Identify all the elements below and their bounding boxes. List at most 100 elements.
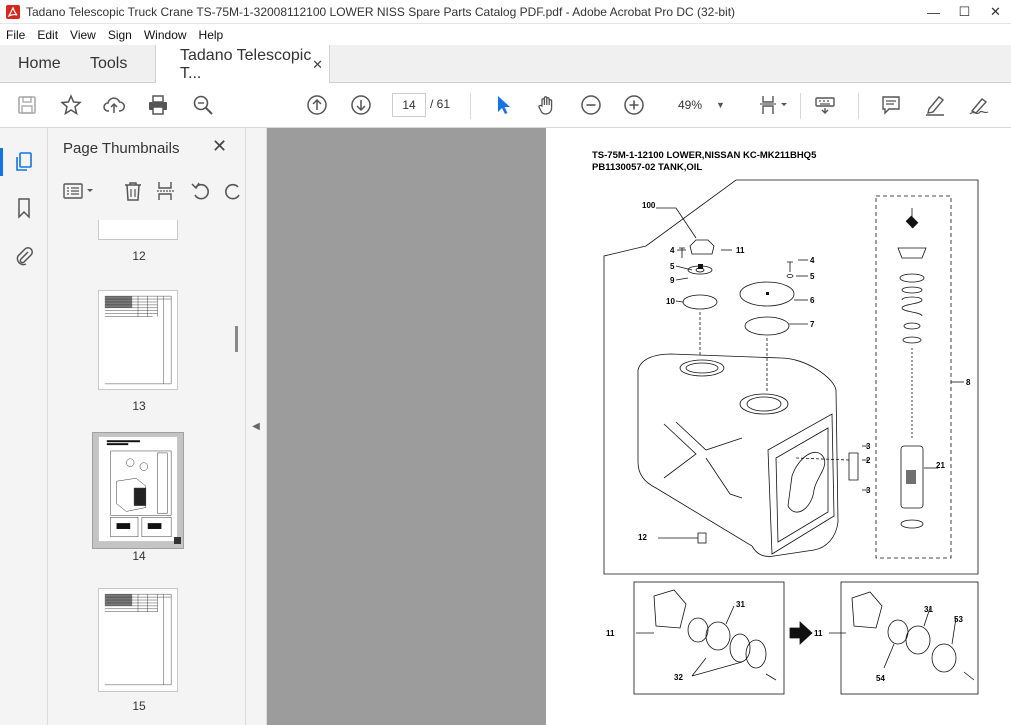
callout-54: 54 [876,674,885,683]
thumbnail-toolbar [48,174,246,208]
maximize-button[interactable]: ☐ [949,0,980,24]
highlight-pen-icon[interactable] [923,93,947,117]
page-thumbnail-14[interactable] [98,436,178,542]
drain-plug-12 [697,532,707,544]
tab-document-label: Tadano Telescopic T... [180,46,312,82]
zoom-level-select[interactable]: 49% ▼ [672,93,740,117]
bolt-4b [787,261,793,272]
rail-active-indicator [0,148,3,176]
menu-file[interactable]: File [0,28,31,42]
tab-home[interactable]: Home [18,45,61,83]
zoom-out-icon[interactable] [579,93,603,117]
bookmark-icon[interactable] [12,196,36,220]
o-ring-10 [682,294,718,310]
collapse-panel-handle[interactable]: ◀ [246,128,267,725]
extract-page-icon[interactable] [155,180,177,202]
ring-54 [887,619,909,645]
toolbar-divider [858,93,859,119]
bookmark-star-icon[interactable] [59,93,83,117]
thumbnail-scrollbar[interactable] [231,220,243,720]
acrobat-logo-icon [6,4,20,19]
bolt-4a [679,247,685,258]
callout-100: 100 [642,201,656,210]
callout-7: 7 [810,320,815,329]
delete-page-icon[interactable] [122,180,144,202]
menu-view[interactable]: View [64,28,102,42]
page-thumbnails-icon[interactable] [12,150,36,174]
page-fit-icon[interactable] [757,93,791,117]
menu-help[interactable]: Help [193,28,230,42]
menu-edit[interactable]: Edit [31,28,64,42]
callout-4a: 4 [670,246,675,255]
main-diagram-border [603,179,979,575]
minimize-button[interactable]: — [918,0,949,24]
select-cursor-icon[interactable] [491,93,515,117]
zoom-level-value: 49% [678,98,703,112]
callout-11c: 11 [814,629,823,638]
attachment-paperclip-icon[interactable] [12,244,36,268]
thumbnail-options-icon[interactable] [62,180,98,202]
document-viewer[interactable]: TS-75M-1-12100 LOWER,NISSAN KC-MK211BHQ5… [267,128,1011,725]
page-thumbnail-13[interactable] [98,290,178,390]
tank-reinforcement-x [663,421,743,499]
thumbnail-label: 13 [132,399,146,413]
print-icon[interactable] [146,93,170,117]
upload-cloud-icon[interactable] [102,93,126,117]
thumbnail-resize-handle[interactable] [174,537,181,544]
page-thumbnail-12[interactable] [98,220,178,240]
toolbar-divider [470,93,471,119]
page-thumbnails-panel: Page Thumbnails ✕ 12 13 14 15 [48,128,246,725]
coupling-housing-left [653,589,687,629]
save-icon[interactable] [15,93,39,117]
callout-4b: 4 [810,256,815,265]
bearing-53 [931,643,957,673]
filter-cap [897,247,927,259]
thumbnail-label: 12 [132,249,146,263]
next-page-icon[interactable] [349,93,373,117]
keyboard-icon[interactable] [813,93,837,117]
tank-body [637,353,839,557]
callout-5a: 5 [670,262,675,271]
bearing-31-left [705,621,731,651]
menu-bar: File Edit View Sign Window Help [0,24,1011,45]
callout-9: 9 [670,276,675,285]
chevron-left-icon: ◀ [252,421,260,432]
zoom-in-icon[interactable] [622,93,646,117]
thumbnail-list: 12 13 14 15 [48,220,230,725]
hand-tool-icon[interactable] [535,93,559,117]
side-bracket-2 [848,452,859,481]
menu-window[interactable]: Window [138,28,193,42]
tab-document[interactable]: Tadano Telescopic T... ✕ [155,45,330,84]
sign-pen-icon[interactable] [967,93,991,117]
rotate-right-icon[interactable] [222,180,244,202]
zoom-search-icon[interactable] [191,93,215,117]
callout-32: 32 [674,673,683,682]
previous-page-icon[interactable] [305,93,329,117]
menu-sign[interactable]: Sign [102,28,138,42]
callout-2: 2 [866,456,871,465]
page-number-input[interactable]: 14 [392,93,426,117]
detail-box-right [840,581,979,695]
thumbnail-label: 15 [132,699,146,713]
page-count: / 61 [430,97,451,111]
panel-title: Page Thumbnails [63,140,180,157]
window-title: Tadano Telescopic Truck Crane TS-75M-1-3… [26,4,736,19]
thumbnail-label: 14 [132,549,146,563]
oil-tank-parts-diagram: 100 4 11 5 9 10 4 5 6 7 8 3 2 3 21 12 11… [603,179,979,695]
page-thumbnail-15[interactable] [98,588,178,692]
main-toolbar: 14 / 61 49% ▼ [0,83,1011,128]
comment-icon[interactable] [879,93,903,117]
callout-10: 10 [666,297,675,306]
rotate-left-icon[interactable] [190,180,212,202]
close-panel-icon[interactable]: ✕ [212,136,227,157]
close-window-button[interactable]: ✕ [980,0,1011,24]
title-bar: Tadano Telescopic Truck Crane TS-75M-1-3… [0,0,1011,24]
callout-8: 8 [966,378,971,387]
close-tab-icon[interactable]: ✕ [312,57,323,73]
coupling-housing-right [851,591,883,629]
callout-53: 53 [954,615,963,624]
scrollbar-thumb[interactable] [235,326,238,352]
callout-11b: 11 [606,629,615,638]
tab-tools[interactable]: Tools [90,45,127,83]
callout-11a: 11 [736,246,745,255]
